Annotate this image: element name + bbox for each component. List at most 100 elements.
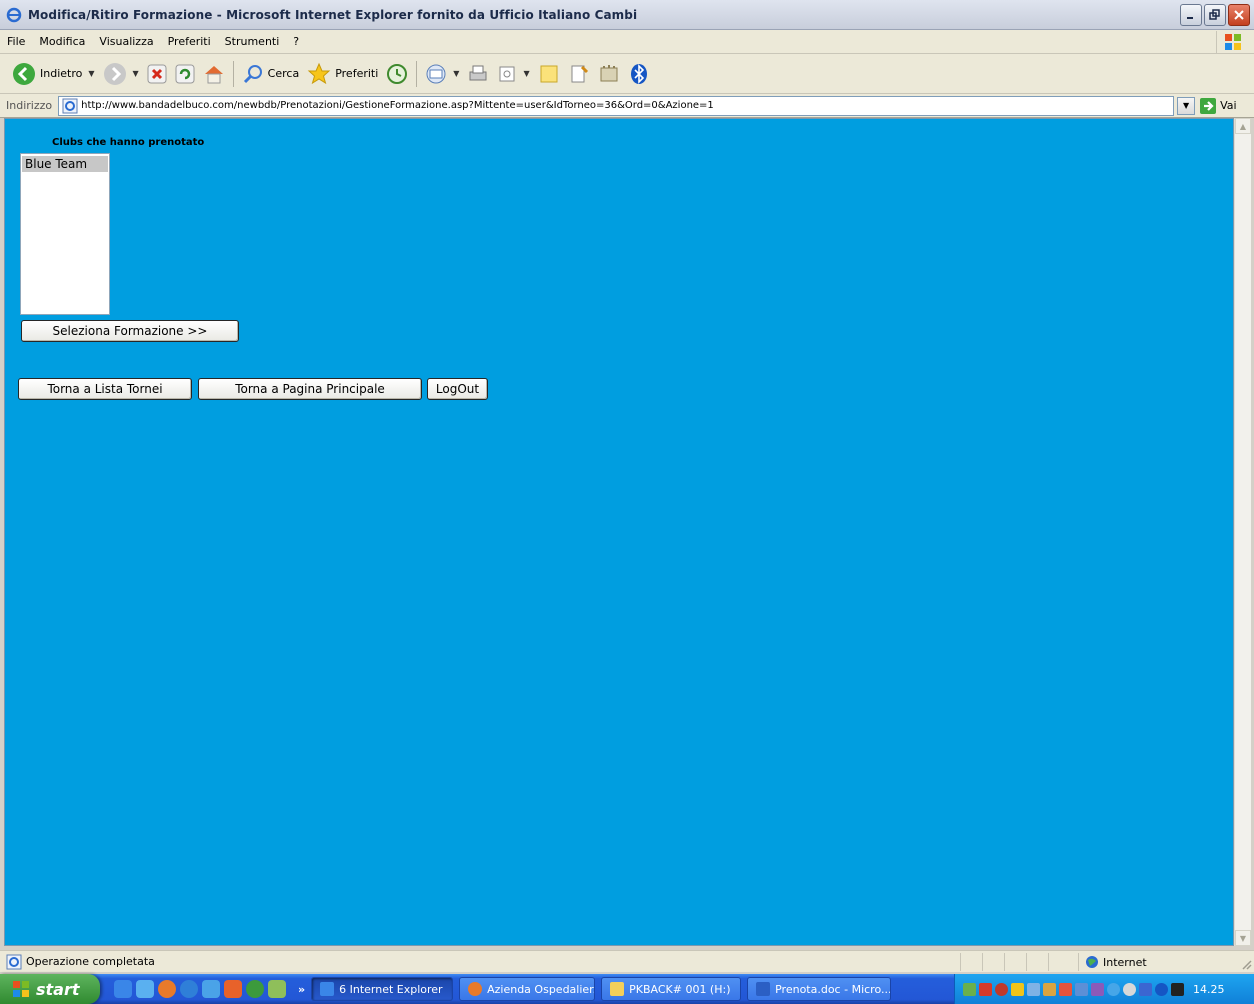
status-panel: [982, 953, 1004, 971]
tray-icon[interactable]: [1139, 982, 1152, 996]
office-quicklaunch-icon[interactable]: [224, 980, 242, 998]
printer-icon: [469, 65, 487, 80]
logout-button[interactable]: LogOut: [427, 378, 488, 400]
close-button[interactable]: [1228, 4, 1250, 26]
search-label: Cerca: [267, 67, 300, 80]
bluetooth-button[interactable]: [624, 58, 654, 90]
minimize-button[interactable]: [1180, 4, 1202, 26]
go-label: Vai: [1220, 99, 1237, 112]
back-button[interactable]: Indietro ▼: [8, 58, 99, 90]
address-input[interactable]: http://www.bandadelbuco.com/newbdb/Preno…: [58, 95, 1175, 116]
status-panel: [960, 953, 982, 971]
task-label: Azienda Ospedalier...: [487, 982, 596, 996]
taskbar-item-azienda[interactable]: Azienda Ospedalier...: [459, 977, 596, 1001]
title-bar: Modifica/Ritiro Formazione - Microsoft I…: [0, 0, 1254, 30]
forward-arrow-icon: [103, 62, 126, 85]
minimize-icon: [1187, 17, 1193, 19]
messenger-button[interactable]: [594, 58, 624, 90]
tray-icon[interactable]: [963, 982, 976, 996]
home-button[interactable]: [199, 58, 229, 90]
scroll-up-button[interactable]: ▲: [1235, 118, 1251, 134]
bluetooth-icon: [630, 63, 647, 84]
resize-grip-icon[interactable]: [1240, 958, 1252, 970]
start-button[interactable]: start: [0, 974, 100, 1004]
chevron-right-icon[interactable]: »: [298, 983, 305, 996]
word-document-icon: [756, 982, 771, 996]
discuss-button[interactable]: [534, 58, 564, 90]
refresh-button[interactable]: [171, 58, 199, 90]
menu-file[interactable]: File: [0, 35, 32, 48]
forward-button[interactable]: ▼: [99, 58, 143, 90]
favorites-button[interactable]: Preferiti: [303, 58, 382, 90]
research-icon: [571, 65, 588, 82]
stop-icon: [147, 64, 167, 83]
quick-launch: »: [114, 980, 305, 998]
menu-visualizza[interactable]: Visualizza: [92, 35, 160, 48]
history-button[interactable]: [382, 58, 412, 90]
back-dropdown-icon[interactable]: ▼: [88, 69, 94, 78]
back-to-tournaments-button[interactable]: Torna a Lista Tornei: [18, 378, 192, 400]
mail-button[interactable]: ▼: [421, 58, 463, 90]
toolbar-separator: [232, 60, 234, 87]
scroll-down-button[interactable]: ▼: [1235, 930, 1251, 946]
menu-help[interactable]: ?: [286, 35, 306, 48]
tray-icon[interactable]: [1059, 982, 1072, 996]
tray-icon[interactable]: [995, 982, 1008, 996]
list-item[interactable]: Blue Team: [22, 156, 108, 172]
status-text: Operazione completata: [26, 955, 155, 968]
search-button[interactable]: Cerca: [238, 58, 304, 90]
tray-icon[interactable]: [1075, 982, 1088, 996]
page-icon: [62, 98, 78, 113]
mail-dropdown-icon[interactable]: ▼: [453, 69, 459, 78]
tray-icon[interactable]: [1091, 982, 1104, 996]
back-to-home-button[interactable]: Torna a Pagina Principale: [198, 378, 422, 400]
vertical-scrollbar[interactable]: ▲ ▼: [1234, 118, 1251, 946]
address-dropdown-button[interactable]: ▼: [1177, 96, 1196, 115]
stop-button[interactable]: [143, 58, 171, 90]
page-content: [4, 118, 1234, 946]
tools-icon: [600, 64, 618, 81]
bluetooth-icon[interactable]: [1155, 982, 1168, 996]
edit-dropdown-icon[interactable]: ▼: [523, 69, 529, 78]
go-button[interactable]: Vai: [1199, 97, 1237, 115]
zone-label: Internet: [1103, 955, 1147, 969]
tray-icon[interactable]: [979, 982, 992, 996]
menu-bar: File Modifica Visualizza Preferiti Strum…: [0, 30, 1254, 54]
edit-button[interactable]: ▼: [493, 58, 533, 90]
address-bar: Indirizzo http://www.bandadelbuco.com/ne…: [0, 94, 1254, 118]
tray-icon[interactable]: [1107, 982, 1120, 996]
app-quicklaunch-icon[interactable]: [246, 980, 264, 998]
globe-icon: [1086, 956, 1098, 968]
menu-modifica[interactable]: Modifica: [32, 35, 92, 48]
select-formation-button[interactable]: Seleziona Formazione >>: [21, 320, 239, 342]
mail-icon: [426, 64, 446, 83]
tray-icon[interactable]: [1027, 982, 1040, 996]
history-icon: [387, 63, 408, 84]
ie-window: Modifica/Ritiro Formazione - Microsoft I…: [0, 0, 1254, 1004]
tool-quicklaunch-icon[interactable]: [268, 980, 286, 998]
folder-icon: [610, 982, 625, 996]
tray-icon[interactable]: [1171, 982, 1184, 996]
taskbar-item-prenota-doc[interactable]: Prenota.doc - Micro...: [747, 977, 892, 1001]
status-panels: [960, 953, 1070, 971]
tray-icon[interactable]: [1043, 982, 1056, 996]
research-button[interactable]: [564, 58, 594, 90]
menu-strumenti[interactable]: Strumenti: [218, 35, 287, 48]
desktop-quicklaunch-icon[interactable]: [136, 980, 154, 998]
taskbar-item-pkback[interactable]: PKBACK# 001 (H:): [601, 977, 742, 1001]
forward-dropdown-icon[interactable]: ▼: [133, 69, 139, 78]
restore-icon: [1209, 9, 1220, 20]
clubs-listbox[interactable]: Blue Team: [20, 153, 110, 315]
status-panel: [1048, 953, 1070, 971]
ie-quicklaunch-icon[interactable]: [114, 980, 132, 998]
taskbar-item-internet-explorer[interactable]: 6 Internet Explorer: [311, 977, 454, 1001]
media-player-quicklaunch-icon[interactable]: [180, 980, 198, 998]
firefox-quicklaunch-icon[interactable]: [158, 980, 176, 998]
note-icon: [540, 65, 558, 82]
menu-preferiti[interactable]: Preferiti: [161, 35, 218, 48]
messenger-quicklaunch-icon[interactable]: [202, 980, 220, 998]
tray-icon[interactable]: [1123, 982, 1136, 996]
print-button[interactable]: [463, 58, 493, 90]
tray-icon[interactable]: [1011, 982, 1024, 996]
restore-button[interactable]: [1204, 4, 1226, 26]
